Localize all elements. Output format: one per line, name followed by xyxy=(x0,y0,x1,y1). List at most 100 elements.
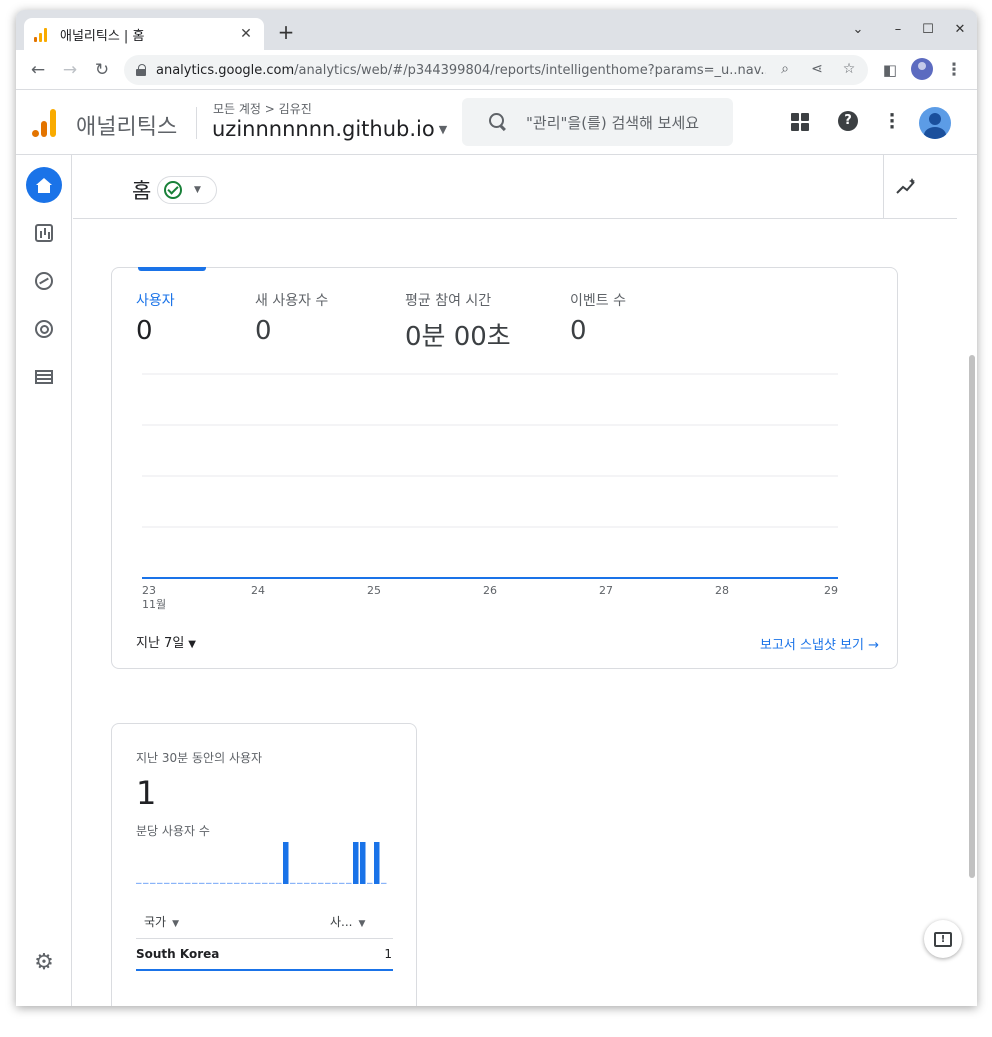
chevron-down-icon: ▼ xyxy=(194,185,201,195)
minimize-button[interactable]: – xyxy=(888,22,908,37)
address-bar[interactable]: analytics.google.com/analytics/web/#/p34… xyxy=(124,55,868,85)
minute-bar xyxy=(311,882,317,884)
metric-engagement-time[interactable]: 평균 참여 시간 0분 00초 xyxy=(405,290,511,353)
forward-icon[interactable]: → xyxy=(58,58,82,82)
metric-event-count[interactable]: 이벤트 수 0 xyxy=(570,290,626,346)
minute-bar xyxy=(283,842,289,884)
side-panel-icon[interactable]: ◧ xyxy=(878,58,902,82)
minute-bar xyxy=(374,842,380,884)
tab-close-icon[interactable]: ✕ xyxy=(238,26,254,42)
browser-menu-icon[interactable]: ⋮ xyxy=(942,58,966,82)
bar-chart-icon xyxy=(35,224,53,242)
x-tick-label: 27 xyxy=(599,584,613,597)
view-snapshot-link[interactable]: 보고서 스냅샷 보기 → xyxy=(760,634,879,653)
users-line-chart: 23 24 25 26 27 28 29 11월 xyxy=(142,373,838,611)
per-minute-bar-chart xyxy=(136,842,387,884)
users-column-header[interactable]: 사... ▼ xyxy=(330,913,365,930)
minute-bar xyxy=(367,882,373,884)
minute-bar xyxy=(325,882,331,884)
minute-bar xyxy=(262,882,268,884)
share-icon[interactable]: ⋖ xyxy=(808,61,826,77)
header-divider xyxy=(196,107,197,139)
minute-bar xyxy=(234,882,240,884)
nav-home[interactable] xyxy=(26,167,62,203)
table-divider xyxy=(136,938,393,939)
browser-profile-icon[interactable] xyxy=(911,58,933,80)
header-divider xyxy=(883,155,884,219)
avatar[interactable] xyxy=(919,107,951,139)
url-text[interactable]: analytics.google.com/analytics/web/#/p34… xyxy=(156,63,766,78)
more-vert-icon[interactable]: · · · xyxy=(884,107,900,137)
minute-bar xyxy=(143,882,149,884)
minute-bar xyxy=(346,882,352,884)
zoom-search-icon[interactable]: ⌕ xyxy=(776,61,794,77)
minute-bar xyxy=(381,882,387,884)
app-header: 애널리틱스 모든 계정 > 김유진 uzinnnnnnn.github.io ▼… xyxy=(16,91,977,155)
breadcrumb[interactable]: 모든 계정 > 김유진 xyxy=(213,100,312,117)
metric-new-users[interactable]: 새 사용자 수 0 xyxy=(255,290,328,346)
main-content: 홈 ▼ 사용자 0 새 사용자 수 0 평균 참여 시간 0분 00초 이벤트 … xyxy=(73,155,977,1006)
minute-bar xyxy=(192,882,198,884)
minute-bar xyxy=(241,882,247,884)
minute-bar xyxy=(178,882,184,884)
overview-card: 사용자 0 새 사용자 수 0 평균 참여 시간 0분 00초 이벤트 수 0 … xyxy=(111,267,898,669)
row-bar xyxy=(136,969,393,971)
metric-value: 0 xyxy=(136,316,153,346)
maximize-button[interactable]: ☐ xyxy=(918,22,938,37)
country-column-header[interactable]: 국가 ▼ xyxy=(144,913,179,930)
status-chip[interactable]: ▼ xyxy=(157,176,217,204)
settings-gear-icon[interactable]: ⚙ xyxy=(34,952,54,974)
metric-label: 이벤트 수 xyxy=(570,293,626,309)
feedback-button[interactable]: ! xyxy=(924,920,962,958)
new-tab-button[interactable]: + xyxy=(276,22,296,42)
tab-search-icon[interactable]: ⌄ xyxy=(848,22,868,37)
x-tick-label: 26 xyxy=(483,584,497,597)
minute-bar xyxy=(318,882,324,884)
nav-configure[interactable] xyxy=(26,359,62,395)
minute-bar xyxy=(248,882,254,884)
realtime-title: 지난 30분 동안의 사용자 xyxy=(136,751,263,765)
reload-icon[interactable]: ↻ xyxy=(90,58,114,82)
minute-bar xyxy=(213,882,219,884)
property-selector[interactable]: uzinnnnnnn.github.io ▼ xyxy=(212,117,447,141)
search-input[interactable]: "관리"을(를) 검색해 보세요 xyxy=(462,98,733,146)
left-nav: ⚙ xyxy=(16,155,72,1006)
close-window-button[interactable]: ✕ xyxy=(950,22,970,37)
nav-advertising[interactable] xyxy=(26,311,62,347)
nav-reports[interactable] xyxy=(26,215,62,251)
minute-bar xyxy=(290,882,296,884)
browser-tab[interactable]: 애널리틱스 | 홈 ✕ xyxy=(24,18,264,50)
browser-window: 애널리틱스 | 홈 ✕ + ⌄ – ☐ ✕ ← → ↻ analytics.go… xyxy=(16,10,977,1006)
page-header: 홈 ▼ xyxy=(73,155,957,219)
list-icon xyxy=(35,370,53,384)
minute-bar xyxy=(353,842,359,884)
metric-value: 0 xyxy=(255,316,272,346)
insights-icon[interactable] xyxy=(896,177,918,195)
apps-grid-icon[interactable] xyxy=(791,113,809,131)
analytics-logo-icon[interactable] xyxy=(32,109,58,137)
app-name[interactable]: 애널리틱스 xyxy=(76,109,177,141)
minute-bar xyxy=(339,882,345,884)
back-icon[interactable]: ← xyxy=(26,58,50,82)
metric-users[interactable]: 사용자 0 xyxy=(136,290,175,346)
tab-strip: 애널리틱스 | 홈 ✕ + ⌄ – ☐ ✕ xyxy=(16,10,977,50)
date-range-selector[interactable]: 지난 7일 ▼ xyxy=(136,632,196,651)
bookmark-star-icon[interactable]: ☆ xyxy=(840,61,858,77)
column-label: 국가 xyxy=(144,915,167,929)
minute-bar xyxy=(150,882,156,884)
chevron-down-icon: ▼ xyxy=(188,639,196,650)
minute-bar xyxy=(227,882,233,884)
minute-bar xyxy=(171,882,177,884)
minute-bar xyxy=(199,882,205,884)
scrollbar[interactable] xyxy=(969,355,975,878)
lock-icon xyxy=(136,64,146,76)
realtime-subtitle: 분당 사용자 수 xyxy=(136,824,210,838)
x-tick-label: 24 xyxy=(251,584,265,597)
browser-toolbar: ← → ↻ analytics.google.com/analytics/web… xyxy=(16,50,977,90)
nav-explore[interactable] xyxy=(26,263,62,299)
minute-bar xyxy=(304,882,310,884)
minute-bar xyxy=(136,882,142,884)
active-tab-indicator xyxy=(138,267,206,271)
help-icon[interactable]: ? xyxy=(838,111,858,131)
page-title: 홈 xyxy=(132,179,152,203)
